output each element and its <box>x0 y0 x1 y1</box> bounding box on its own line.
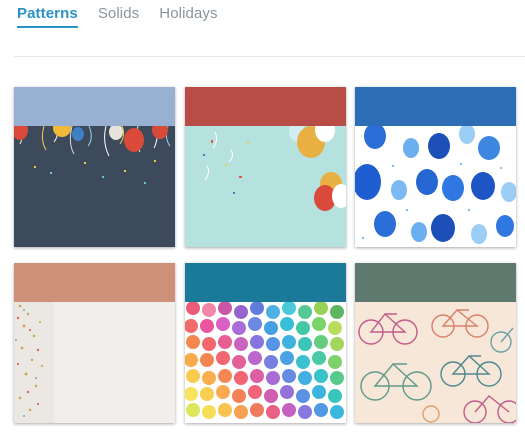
watercolor-dots-pattern-image <box>185 302 346 423</box>
tab-holidays[interactable]: Holidays <box>159 0 217 26</box>
card-color-band <box>355 263 516 302</box>
card-color-band <box>14 87 175 126</box>
card-color-band <box>14 263 175 302</box>
confetti-pattern-image <box>14 126 175 247</box>
aqua-balloons-pattern-image <box>185 126 346 247</box>
blue-balloons-pattern-image <box>355 126 516 247</box>
tab-patterns[interactable]: Patterns <box>17 0 78 28</box>
category-tabs: Patterns Solids Holidays <box>17 0 238 30</box>
sparkle-pattern-image <box>14 302 175 423</box>
card-color-band <box>355 87 516 126</box>
card-color-band <box>185 263 346 302</box>
pattern-card-confetti[interactable] <box>14 87 175 247</box>
pattern-card-watercolor-dots[interactable] <box>185 263 346 423</box>
tabs-divider <box>14 56 525 57</box>
pattern-card-blue-balloons[interactable] <box>355 87 516 247</box>
tab-solids[interactable]: Solids <box>98 0 139 26</box>
bicycles-pattern-image <box>355 302 516 423</box>
pattern-card-bicycles[interactable] <box>355 263 516 423</box>
pattern-card-balloons-aqua[interactable] <box>185 87 346 247</box>
card-color-band <box>185 87 346 126</box>
pattern-card-sparkle[interactable] <box>14 263 175 423</box>
